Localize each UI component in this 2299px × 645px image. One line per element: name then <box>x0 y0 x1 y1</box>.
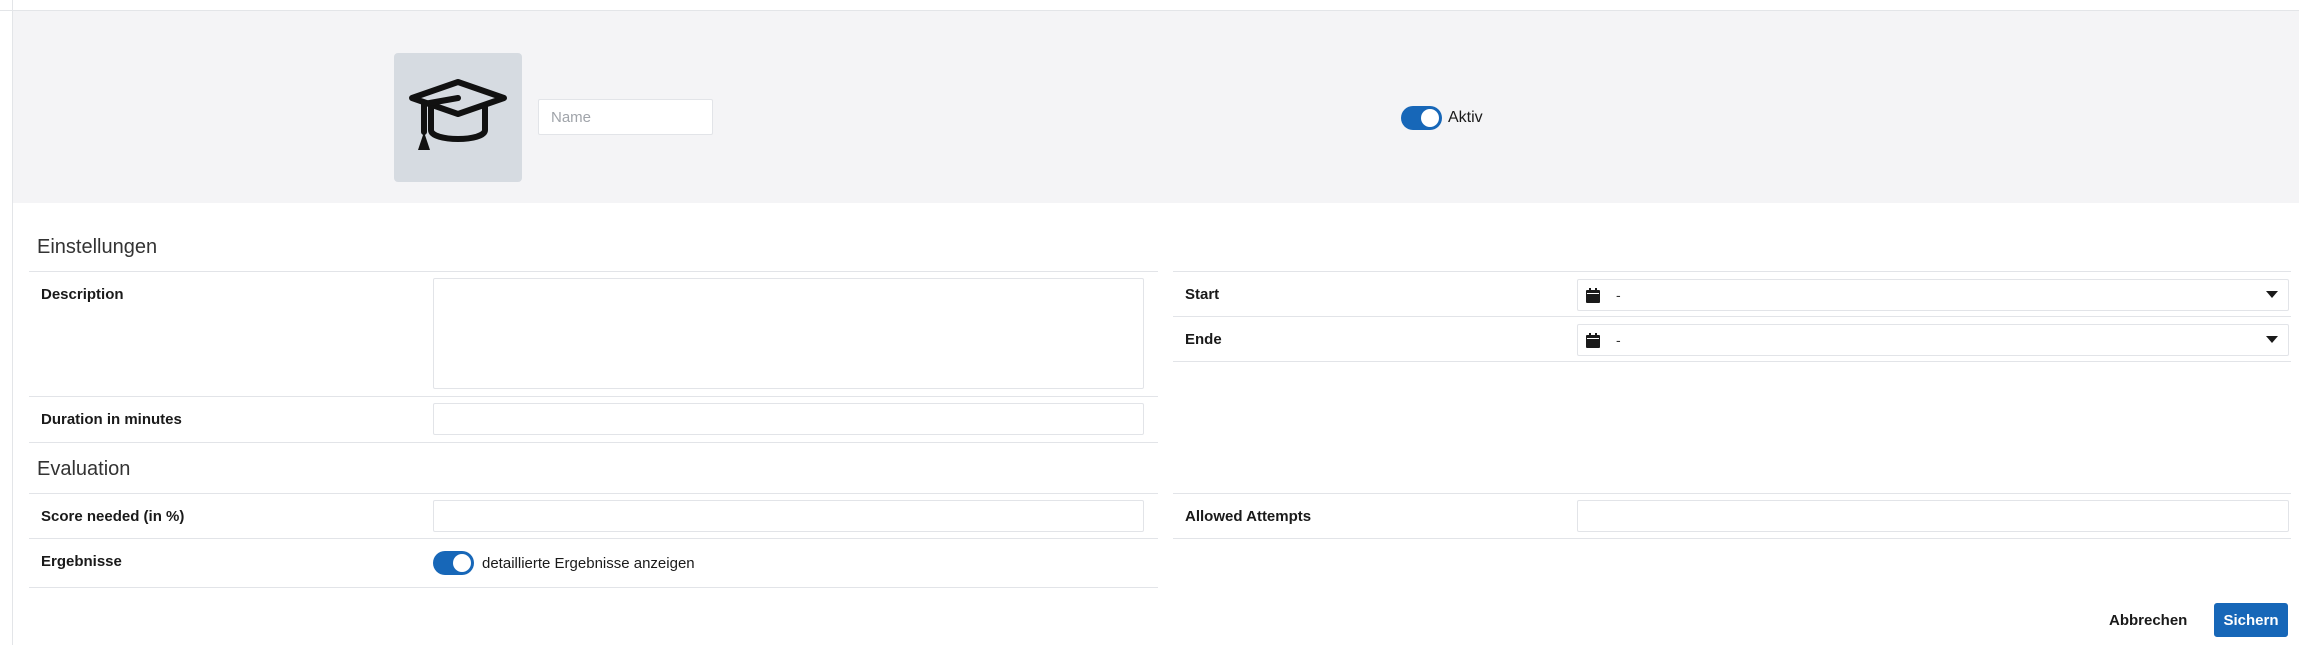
description-row-divider <box>29 396 1158 397</box>
active-toggle[interactable] <box>1401 106 1442 130</box>
evaluation-divider-left <box>29 493 1158 494</box>
end-date-picker[interactable]: - <box>1577 324 2289 356</box>
chevron-down-icon <box>2266 336 2278 343</box>
end-row-divider <box>1173 361 2291 362</box>
cancel-button[interactable]: Abbrechen <box>2097 603 2199 637</box>
course-avatar[interactable] <box>394 53 522 182</box>
settings-divider-right <box>1173 271 2291 272</box>
save-button[interactable]: Sichern <box>2214 603 2288 637</box>
results-toggle-group: detaillierte Ergebnisse anzeigen <box>433 551 695 575</box>
end-date-value: - <box>1616 332 1621 348</box>
name-input[interactable] <box>538 99 713 135</box>
attempts-row-divider <box>1173 538 2291 539</box>
settings-section-title: Einstellungen <box>37 236 158 258</box>
start-date-picker[interactable]: - <box>1577 279 2289 311</box>
results-label: Ergebnisse <box>41 553 122 570</box>
score-input[interactable] <box>433 500 1144 532</box>
description-textarea[interactable] <box>433 278 1144 389</box>
calendar-icon <box>1586 332 1602 348</box>
attempts-label: Allowed Attempts <box>1185 508 1312 525</box>
course-edit-page: Aktiv Einstellungen Description Duration… <box>0 0 2299 645</box>
active-toggle-group: Aktiv <box>1401 106 1483 130</box>
attempts-input[interactable] <box>1577 500 2289 532</box>
chevron-down-icon <box>2266 291 2278 298</box>
evaluation-section-title: Evaluation <box>37 458 131 480</box>
start-row-divider <box>1173 316 2291 317</box>
duration-row-divider <box>29 442 1158 443</box>
start-label: Start <box>1185 286 1220 303</box>
results-toggle-label: detaillierte Ergebnisse anzeigen <box>482 554 695 572</box>
top-bar <box>0 0 2299 11</box>
calendar-icon <box>1586 287 1602 303</box>
header-panel: Aktiv <box>13 11 2299 203</box>
duration-label: Duration in minutes <box>41 411 182 428</box>
evaluation-divider-right <box>1173 493 2291 494</box>
graduation-cap-icon <box>409 78 507 150</box>
active-toggle-label: Aktiv <box>1448 109 1483 126</box>
start-date-value: - <box>1616 287 1621 303</box>
description-label: Description <box>41 286 124 303</box>
score-label: Score needed (in %) <box>41 508 185 525</box>
end-label: Ende <box>1185 331 1222 348</box>
results-row-divider <box>29 587 1158 588</box>
duration-input[interactable] <box>433 403 1144 435</box>
settings-divider-left <box>29 271 1158 272</box>
results-toggle[interactable] <box>433 551 474 575</box>
score-row-divider <box>29 538 1158 539</box>
